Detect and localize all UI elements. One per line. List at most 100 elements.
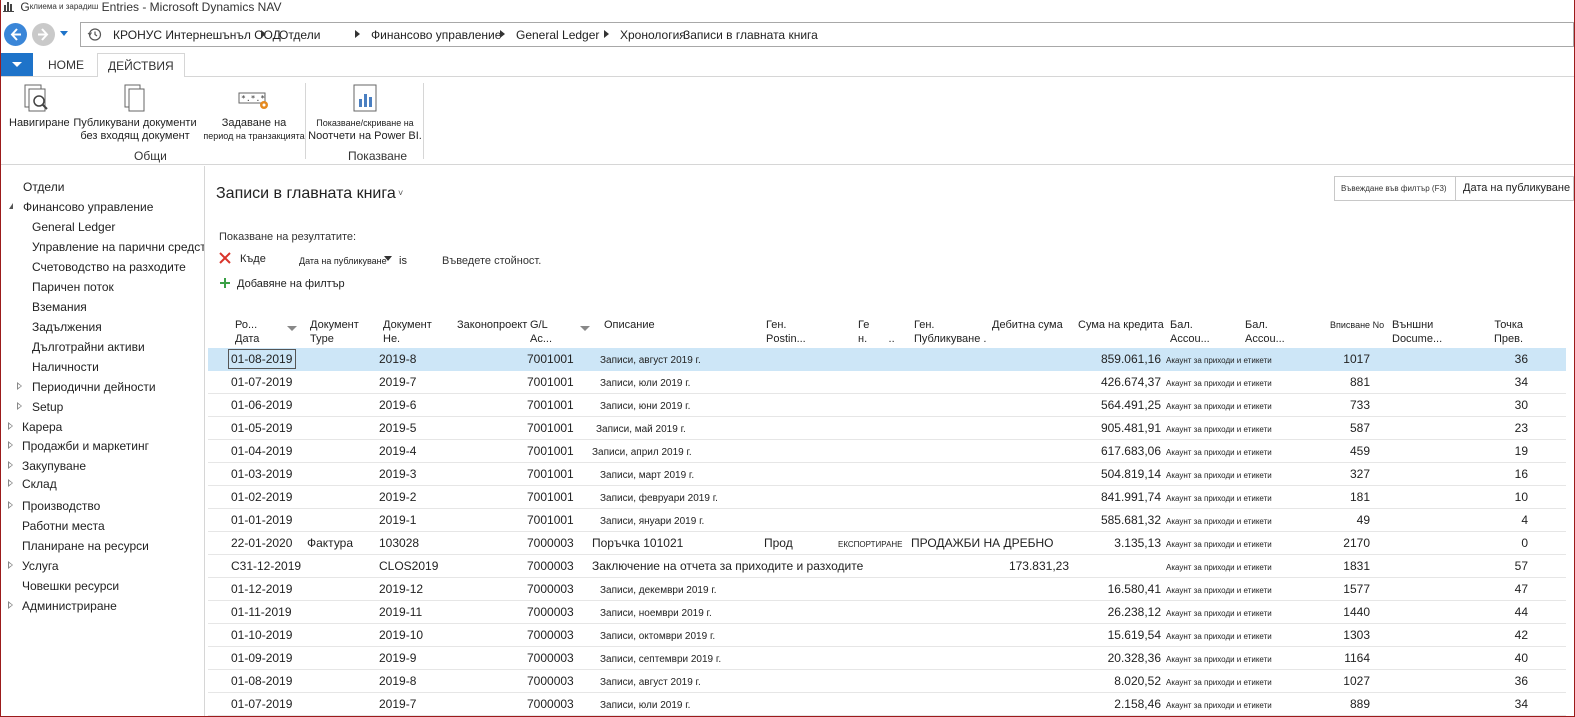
column-gen-posting-type[interactable]: Ген. Postin... — [766, 318, 806, 346]
expanded-icon[interactable] — [9, 203, 13, 209]
nav-general-ledger[interactable]: General Ledger — [32, 220, 115, 234]
table-row[interactable]: 01-01-2019 2019-1 7001001 Записи, януари 20… — [208, 509, 1566, 532]
add-filter-link[interactable]: Добавяне на филтър — [237, 278, 345, 290]
breadcrumb-separator-icon[interactable] — [355, 30, 360, 38]
table-row[interactable]: 01-08-2019 2019-8 7000003 Записи, август 20… — [208, 670, 1566, 693]
table-row[interactable]: 22-01-2020 Фактура 103028 7000003 Поръчка 10… — [208, 532, 1566, 555]
nav-career[interactable]: Карера — [22, 420, 62, 434]
nav-inventory[interactable]: Наличности — [32, 360, 99, 374]
breadcrumb-item-history[interactable]: Хронология — [620, 28, 686, 42]
sort-descending-icon[interactable] — [287, 326, 297, 331]
table-row[interactable]: 01-03-2019 2019-3 7001001 Записи, март 2019… — [208, 463, 1566, 486]
table-row[interactable]: 01-02-2019 2019-2 7001001 Записи, февруари … — [208, 486, 1566, 509]
column-credit-amount[interactable]: Сума на кредита — [1078, 318, 1164, 332]
column-bal-account-type[interactable]: Бал. Accou... — [1170, 318, 1210, 346]
tab-actions[interactable]: ДЕЙСТВИЯ — [97, 53, 185, 78]
table-row[interactable]: C31-12-2019 CLOS2019 7000003 Заключение на … — [208, 555, 1566, 578]
collapsed-icon[interactable] — [8, 479, 13, 487]
remove-filter-icon[interactable] — [219, 252, 231, 264]
posted-documents-button[interactable]: Публикувани документи без входящ докумен… — [71, 83, 199, 143]
nav-administration[interactable]: Администриране — [22, 599, 117, 613]
table-row[interactable]: 01-11-2019 2019-11 7000003 Записи, ноември … — [208, 601, 1566, 624]
table-row[interactable]: 01-06-2019 2019-6 7001001 Записи, юни 2019 … — [208, 394, 1566, 417]
column-debit-amount[interactable]: Дебитна сума — [992, 318, 1063, 332]
set-transaction-period-button[interactable]: *.*.* Задаване на период на транзакцията — [197, 83, 311, 143]
nav-warehouse[interactable]: Склад — [22, 477, 57, 491]
column-gen-bus[interactable]: Ге н. .. — [858, 318, 895, 346]
search-field-selector[interactable]: Дата на публикуване — [1455, 177, 1575, 200]
collapsed-icon[interactable] — [8, 461, 13, 469]
cell-document-no: 2019-3 — [379, 467, 417, 481]
navigate-button[interactable]: Навигиране — [9, 83, 70, 130]
column-posting-date[interactable]: Ро... Дата — [235, 318, 259, 346]
breadcrumb-separator-icon[interactable] — [261, 30, 266, 38]
nav-manufacturing[interactable]: Производство — [22, 499, 100, 513]
collapsed-icon[interactable] — [17, 382, 22, 390]
nav-cash-management[interactable]: Управление на парични средства — [32, 240, 204, 254]
breadcrumb-item-general-ledger[interactable]: General Ledger — [516, 28, 599, 42]
column-point[interactable]: Точка Прев. — [1491, 318, 1523, 346]
column-external-document[interactable]: Външни Docume... — [1392, 318, 1442, 346]
nav-setup[interactable]: Setup — [32, 400, 63, 414]
collapsed-icon[interactable] — [8, 441, 13, 449]
collapsed-icon[interactable] — [8, 601, 13, 609]
nav-purchasing[interactable]: Закупуване — [22, 459, 86, 473]
filter-search-box[interactable]: Въвеждане във филтър (F3) Дата на публик… — [1334, 176, 1574, 201]
breadcrumb-item-finance[interactable]: Финансово управление — [371, 28, 501, 42]
collapsed-icon[interactable] — [8, 501, 13, 509]
nav-financial-management[interactable]: Финансово управление — [23, 200, 153, 214]
column-entry-no[interactable]: Вписване No — [1330, 318, 1384, 332]
column-gen-prod-posting[interactable]: Ген. Публикуване . — [914, 318, 986, 346]
column-bal-account-no[interactable]: Бал. Accou... — [1245, 318, 1285, 346]
application-menu-button[interactable] — [1, 53, 33, 76]
add-filter-icon[interactable] — [219, 277, 231, 289]
nav-jobs[interactable]: Работни места — [22, 519, 105, 533]
table-row[interactable]: 01-10-2019 2019-10 7000003 Записи, октомври… — [208, 624, 1566, 647]
nav-resource-planning[interactable]: Планиране на ресурси — [22, 539, 149, 553]
nav-sales-marketing[interactable]: Продажби и маркетинг — [22, 439, 149, 453]
cell-bal-account: Акаунт за приходи и етикети — [1166, 586, 1272, 595]
column-document-no[interactable]: Документ Не. — [383, 318, 432, 346]
breadcrumb-separator-icon[interactable] — [500, 30, 505, 38]
tab-home[interactable]: HOME — [48, 58, 84, 72]
nav-receivables[interactable]: Вземания — [32, 300, 87, 314]
chevron-down-icon[interactable] — [384, 256, 392, 261]
history-dropdown-icon[interactable] — [59, 30, 69, 38]
cell-credit-amount: 504.819,14 — [1100, 467, 1161, 481]
power-bi-report-icon — [353, 84, 377, 112]
nav-fixed-assets[interactable]: Дълготрайни активи — [32, 340, 145, 354]
column-gl-account[interactable]: G/L Ac... — [530, 318, 552, 346]
breadcrumb-item-departments[interactable]: Отдели — [279, 28, 320, 42]
back-button[interactable] — [4, 23, 27, 46]
collapsed-icon[interactable] — [8, 422, 13, 430]
nav-service[interactable]: Услуга — [22, 559, 59, 573]
table-row[interactable]: 01-07-2019 2019-7 7000003 Записи, юли 2019 … — [208, 693, 1566, 716]
table-row[interactable]: 01-09-2019 2019-9 7000003 Записи, септември… — [208, 647, 1566, 670]
sort-icon[interactable] — [580, 326, 590, 331]
nav-cash-flow[interactable]: Паричен поток — [32, 280, 114, 294]
column-bill[interactable]: Законопроект — [457, 318, 527, 332]
collapsed-icon[interactable] — [8, 561, 13, 569]
table-row[interactable]: 01-07-2019 2019-7 7001001 Записи, юли 2019 … — [208, 371, 1566, 394]
filter-field-dropdown[interactable]: Дата на публикуване — [299, 256, 387, 266]
nav-cost-accounting[interactable]: Счетоводство на разходите — [32, 260, 186, 274]
nav-departments[interactable]: Отдели — [23, 180, 64, 194]
breadcrumb-item-company[interactable]: КРОНУС Интернешънъл ООД — [113, 28, 281, 42]
cell-posting-date: C31-12-2019 — [231, 559, 302, 573]
column-description[interactable]: Описание — [604, 318, 655, 332]
nav-human-resources[interactable]: Човешки ресурси — [22, 579, 119, 593]
table-row[interactable]: 01-04-2019 2019-4 7001001 Записи, април 201… — [208, 440, 1566, 463]
breadcrumb-separator-icon[interactable] — [604, 30, 609, 38]
collapsed-icon[interactable] — [17, 402, 22, 410]
filter-value-input[interactable]: Въведете стойност. — [442, 255, 541, 267]
column-document-type[interactable]: Документ Type — [310, 318, 359, 346]
table-row[interactable]: 01-08-2019 2019-8 7001001 Записи, август 20… — [208, 348, 1566, 371]
nav-periodic-activities[interactable]: Периодични дейности — [32, 380, 156, 394]
table-row[interactable]: 01-12-2019 2019-12 7000003 Записи, декември… — [208, 578, 1566, 601]
history-icon[interactable] — [87, 27, 102, 42]
show-hide-power-bi-button[interactable]: Показване/скриване на Nоотчети на Power … — [308, 83, 422, 143]
nav-payables[interactable]: Задължения — [32, 320, 102, 334]
forward-button[interactable] — [32, 23, 55, 46]
title-dropdown-icon[interactable]: ˅ — [398, 188, 403, 198]
table-row[interactable]: 01-05-2019 2019-5 7001001 Записи, май 2019 … — [208, 417, 1566, 440]
